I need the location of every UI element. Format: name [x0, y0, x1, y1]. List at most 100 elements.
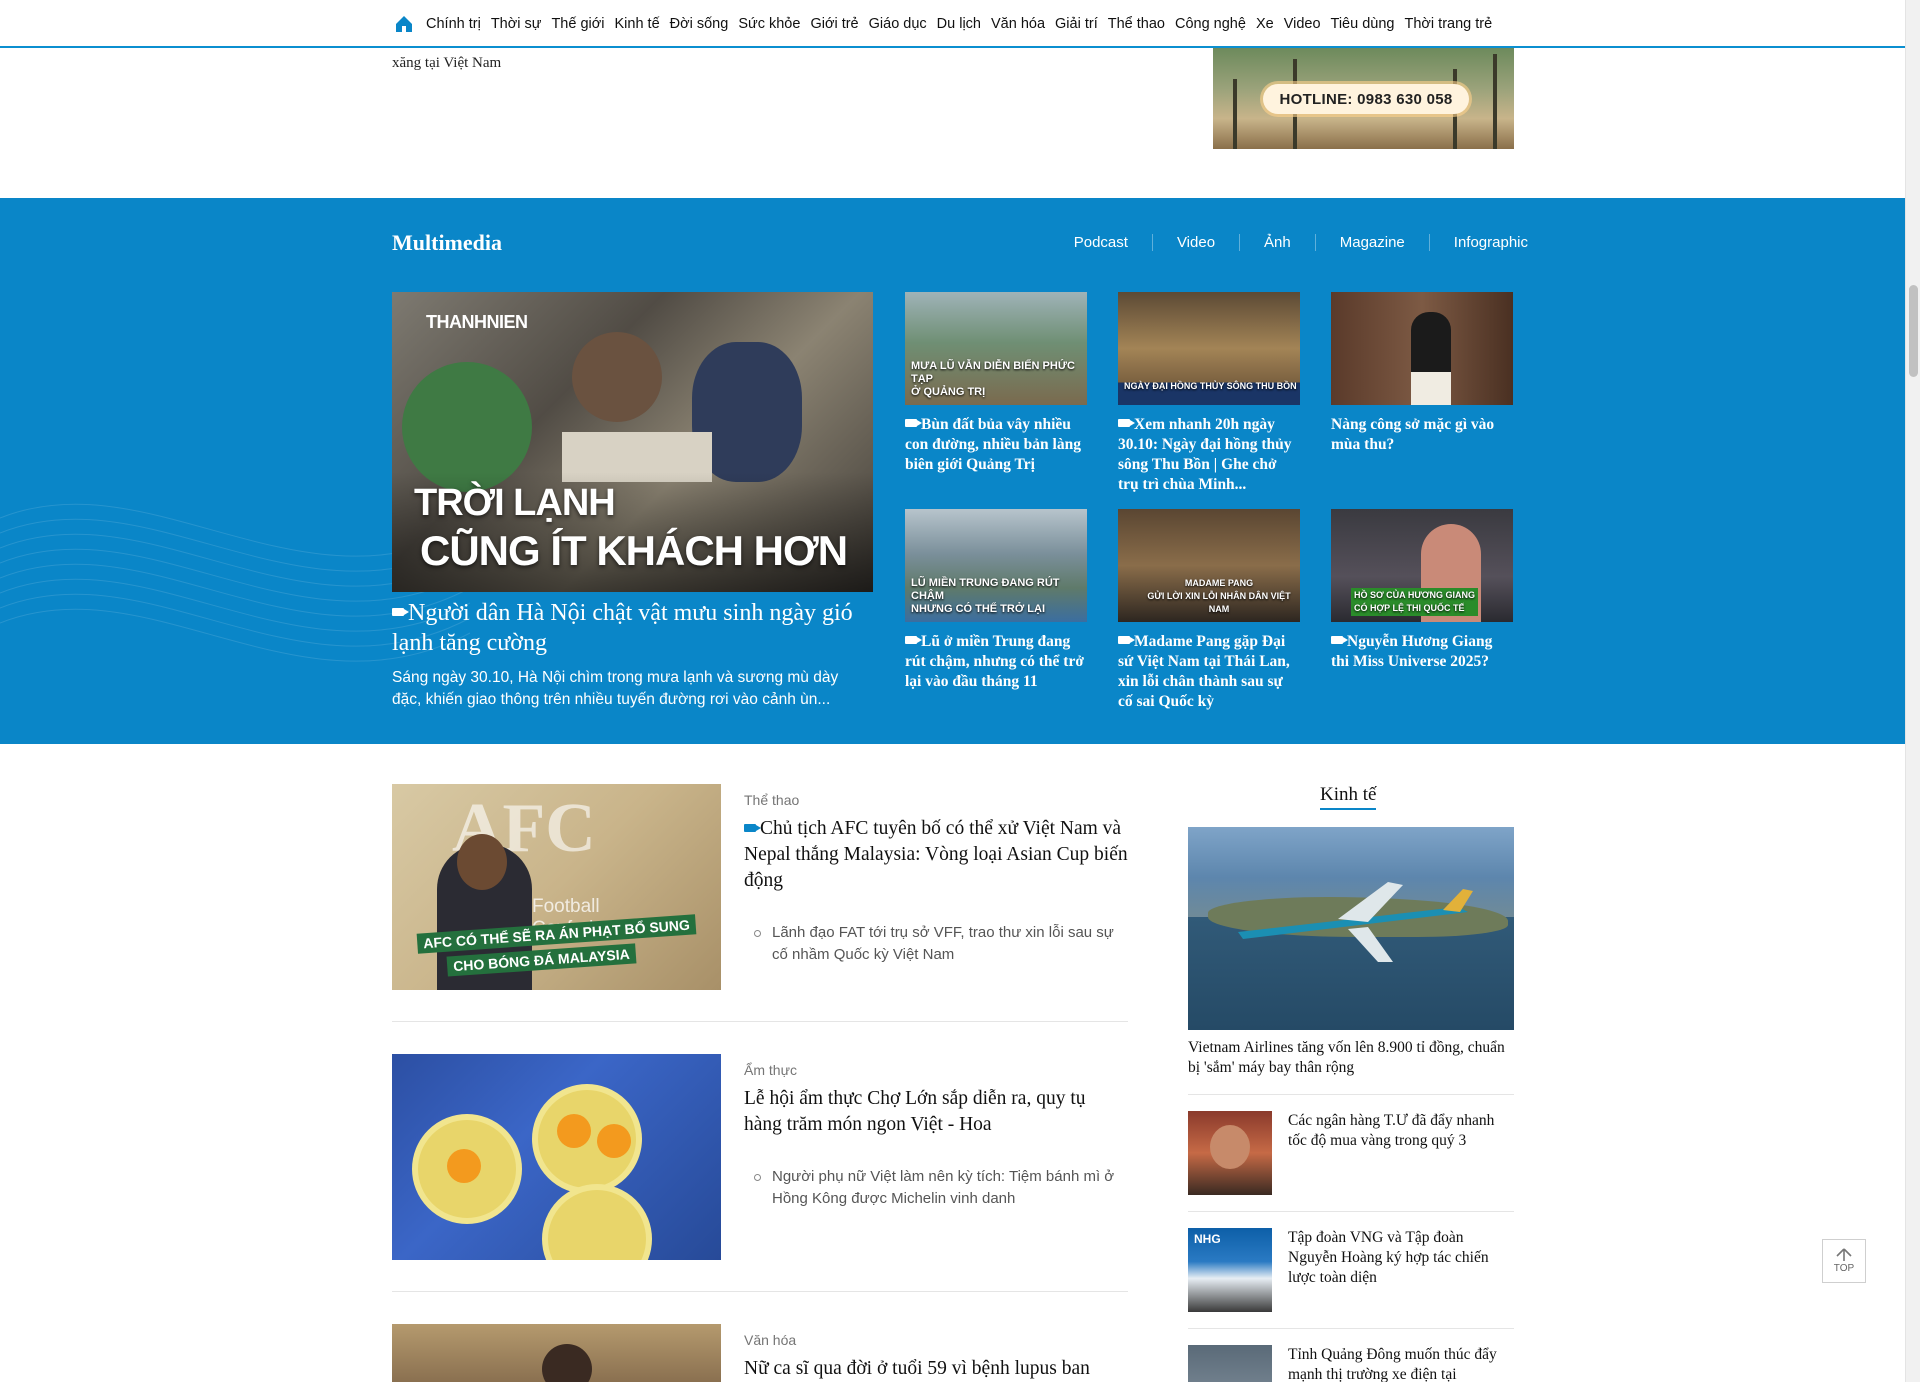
nav-item-the-thao[interactable]: Thể thao [1103, 16, 1170, 32]
card-title: Nàng công sở mặc gì vào mùa thu? [1331, 416, 1495, 453]
person-figure-shape [1210, 1125, 1250, 1169]
card-title: Bùn đất bủa vây nhiều con đường, nhiều b… [905, 415, 1087, 475]
video-icon [392, 608, 409, 617]
nav-item-cong-nghe[interactable]: Công nghệ [1170, 16, 1251, 32]
card-thumbnail-caption: MƯA LŨ VẪN DIỄN BIẾN PHỨC TẠP Ở QUẢNG TR… [911, 360, 1075, 398]
palm-decoration [1493, 54, 1497, 149]
dimsum-shape [557, 1114, 591, 1148]
hero-logo-text: THANHNIEN [426, 312, 528, 332]
card-title: Nguyễn Hương Giang thi Miss Universe 202… [1331, 632, 1513, 672]
multimedia-card[interactable]: NGÀY ĐẠI HỒNG THỦY SÔNG THU BỒN Xem nhan… [1118, 292, 1300, 495]
card-title: Xem nhanh 20h ngày 30.10: Ngày đại hồng … [1118, 415, 1300, 495]
hero-description: Sáng ngày 30.10, Hà Nội chìm trong mưa l… [392, 669, 839, 708]
card-title-text: Madame Pang gặp Đại sứ Việt Nam tại Thái… [1118, 633, 1290, 710]
tab-anh[interactable]: Ảnh [1239, 234, 1315, 251]
sidebar-item-thumbnail: NHG [1188, 1228, 1272, 1312]
hero-overlay-line2: CŨNG ÍT KHÁCH HƠN [420, 527, 848, 574]
article-title[interactable]: Nữ ca sĩ qua đời ở tuổi 59 vì bệnh lupus… [744, 1356, 1128, 1382]
multimedia-tabs: Podcast Video Ảnh Magazine Infographic [1050, 234, 1528, 251]
previous-article-title-fragment[interactable]: xăng tại Việt Nam [392, 55, 501, 72]
nav-item-tieu-dung[interactable]: Tiêu dùng [1326, 16, 1400, 32]
nav-item-kinh-te[interactable]: Kinh tế [609, 16, 664, 32]
card-title-text: Lũ ở miền Trung đang rút chậm, nhưng có … [905, 633, 1084, 690]
nav-item-gioi-tre[interactable]: Giới trẻ [805, 16, 863, 32]
tab-magazine[interactable]: Magazine [1314, 234, 1429, 251]
tab-video[interactable]: Video [1151, 234, 1239, 251]
nav-item-video[interactable]: Video [1279, 16, 1326, 32]
multimedia-card[interactable]: MƯA LŨ VẪN DIỄN BIẾN PHỨC TẠP Ở QUẢNG TR… [905, 292, 1087, 475]
card-figure-shape [1411, 372, 1451, 405]
scrollbar-thumb[interactable] [1909, 285, 1918, 377]
hero-overlay-line1: TRỜI LẠNH [414, 482, 616, 524]
video-icon [744, 823, 761, 832]
sidebar-item-title: Tập đoàn VNG và Tập đoàn Nguyễn Hoàng ký… [1288, 1229, 1489, 1286]
multimedia-hero-image[interactable]: THANHNIEN TRỜI LẠNH CŨNG ÍT KHÁCH HƠN [392, 292, 873, 592]
video-icon [1331, 636, 1348, 645]
multimedia-title[interactable]: Multimedia [392, 230, 502, 256]
nav-item-doi-song[interactable]: Đời sống [665, 16, 734, 32]
home-icon[interactable] [393, 13, 415, 35]
top-navigation-bar: Chính trị Thời sự Thế giới Kinh tế Đời s… [0, 0, 1905, 48]
card-thumbnail-caption: NGÀY ĐẠI HỒNG THỦY SÔNG THU BỒN [1124, 381, 1297, 391]
multimedia-card[interactable]: HỒ SƠ CỦA HƯƠNG GIANG CÓ HỢP LỆ THI QUỐC… [1331, 509, 1513, 672]
article-category[interactable]: Thể thao [744, 792, 799, 808]
card-thumbnail: MADAME PANG GỬI LỜI XIN LỖI NHÂN DÂN VIỆ… [1118, 509, 1300, 622]
card-thumbnail-caption: HỒ SƠ CỦA HƯƠNG GIANG CÓ HỢP LỆ THI QUỐC… [1351, 588, 1478, 616]
divider [1188, 1211, 1514, 1212]
nav-item-du-lich[interactable]: Du lịch [932, 16, 986, 32]
nav-item-thoi-trang-tre[interactable]: Thời trang trẻ [1399, 16, 1497, 32]
nav-item-chinh-tri[interactable]: Chính trị [421, 16, 486, 32]
list-item[interactable]: AFC Football Confederation AFC CÓ THỂ SẼ… [392, 784, 1128, 994]
nav-item-the-gioi[interactable]: Thế giới [546, 16, 609, 32]
sidebar-hero-title[interactable]: Vietnam Airlines tăng vốn lên 8.900 tỉ đ… [1188, 1038, 1514, 1078]
list-item[interactable]: Ẩm thực Lễ hội ẩm thực Chợ Lớn sắp diễn … [392, 1054, 1128, 1264]
article-category[interactable]: Ẩm thực [744, 1062, 797, 1078]
nav-item-giao-duc[interactable]: Giáo dục [864, 16, 932, 32]
sidebar-title[interactable]: Kinh tế [1320, 784, 1377, 810]
divider [392, 1021, 1128, 1022]
article-title[interactable]: Chủ tịch AFC tuyên bố có thể xử Việt Nam… [744, 816, 1128, 894]
card-title: Madame Pang gặp Đại sứ Việt Nam tại Thái… [1118, 632, 1300, 712]
logo-shape: NHG [1194, 1232, 1221, 1246]
multimedia-card[interactable]: Nàng công sở mặc gì vào mùa thu? [1331, 292, 1513, 455]
sidebar-hero-image[interactable] [1188, 827, 1514, 1030]
article-title[interactable]: Lễ hội ẩm thực Chợ Lớn sắp diễn ra, quy … [744, 1086, 1128, 1138]
multimedia-card[interactable]: MADAME PANG GỬI LỜI XIN LỖI NHÂN DÂN VIỆ… [1118, 509, 1300, 712]
article-thumbnail: AFC Football Confederation AFC CÓ THỂ SẼ… [392, 784, 721, 990]
card-thumbnail-caption: MADAME PANG GỬI LỜI XIN LỖI NHÂN DÂN VIỆ… [1147, 578, 1291, 614]
article-title-text: Chủ tịch AFC tuyên bố có thể xử Việt Nam… [744, 818, 1128, 891]
hero-title-text: Người dân Hà Nội chật vật mưu sinh ngày … [392, 600, 853, 656]
nav-item-giai-tri[interactable]: Giải trí [1050, 16, 1103, 32]
card-thumbnail [1331, 292, 1513, 405]
card-title-text: Nguyễn Hương Giang thi Miss Universe 202… [1331, 633, 1493, 670]
card-thumbnail: MƯA LŨ VẪN DIỄN BIẾN PHỨC TẠP Ở QUẢNG TR… [905, 292, 1087, 405]
hero-title[interactable]: Người dân Hà Nội chật vật mưu sinh ngày … [392, 598, 882, 658]
back-to-top-button[interactable]: TOP [1822, 1239, 1866, 1283]
tab-podcast[interactable]: Podcast [1050, 234, 1152, 251]
nav-item-xe[interactable]: Xe [1251, 16, 1279, 32]
nav-item-van-hoa[interactable]: Văn hóa [986, 16, 1050, 32]
multimedia-card[interactable]: LŨ MIỀN TRUNG ĐANG RÚT CHẬM NHƯNG CÓ THỂ… [905, 509, 1087, 692]
vertical-scrollbar[interactable] [1905, 0, 1920, 1382]
back-to-top-label: TOP [1833, 1263, 1855, 1274]
card-thumbnail-caption: LŨ MIỀN TRUNG ĐANG RÚT CHẬM NHƯNG CÓ THỂ… [911, 577, 1060, 615]
sidebar-item[interactable]: Các ngân hàng T.Ư đã đẩy nhanh tốc độ mu… [1188, 1111, 1514, 1195]
article-category[interactable]: Văn hóa [744, 1332, 796, 1348]
sidebar-item-title: Tỉnh Quảng Đông muốn thúc đẩy mạnh thị t… [1288, 1346, 1497, 1382]
card-thumbnail: HỒ SƠ CỦA HƯƠNG GIANG CÓ HỢP LỆ THI QUỐC… [1331, 509, 1513, 622]
list-item[interactable]: Văn hóa Nữ ca sĩ qua đời ở tuổi 59 vì bệ… [392, 1324, 1128, 1382]
divider [392, 1291, 1128, 1292]
nav-item-thoi-su[interactable]: Thời sự [486, 16, 547, 32]
hotline-ad-banner[interactable]: HOTLINE: 0983 630 058 [1213, 48, 1514, 149]
video-icon [1118, 636, 1135, 645]
tab-infographic[interactable]: Infographic [1428, 234, 1528, 251]
sidebar-item-thumbnail [1188, 1111, 1272, 1195]
related-article-link[interactable]: Lãnh đạo FAT tới trụ sở VFF, trao thư xi… [754, 922, 1128, 966]
nav-inner: Chính trị Thời sự Thế giới Kinh tế Đời s… [393, 0, 1497, 48]
card-title: Lũ ở miền Trung đang rút chậm, nhưng có … [905, 632, 1087, 692]
related-article-link[interactable]: Người phụ nữ Việt làm nên kỳ tích: Tiệm … [754, 1166, 1128, 1210]
sidebar-item-title: Các ngân hàng T.Ư đã đẩy nhanh tốc độ mu… [1288, 1112, 1495, 1149]
sidebar-item[interactable]: Tỉnh Quảng Đông muốn thúc đẩy mạnh thị t… [1188, 1345, 1514, 1382]
sidebar-item[interactable]: NHG Tập đoàn VNG và Tập đoàn Nguyễn Hoàn… [1188, 1228, 1514, 1312]
nav-item-suc-khoe[interactable]: Sức khỏe [733, 16, 805, 32]
